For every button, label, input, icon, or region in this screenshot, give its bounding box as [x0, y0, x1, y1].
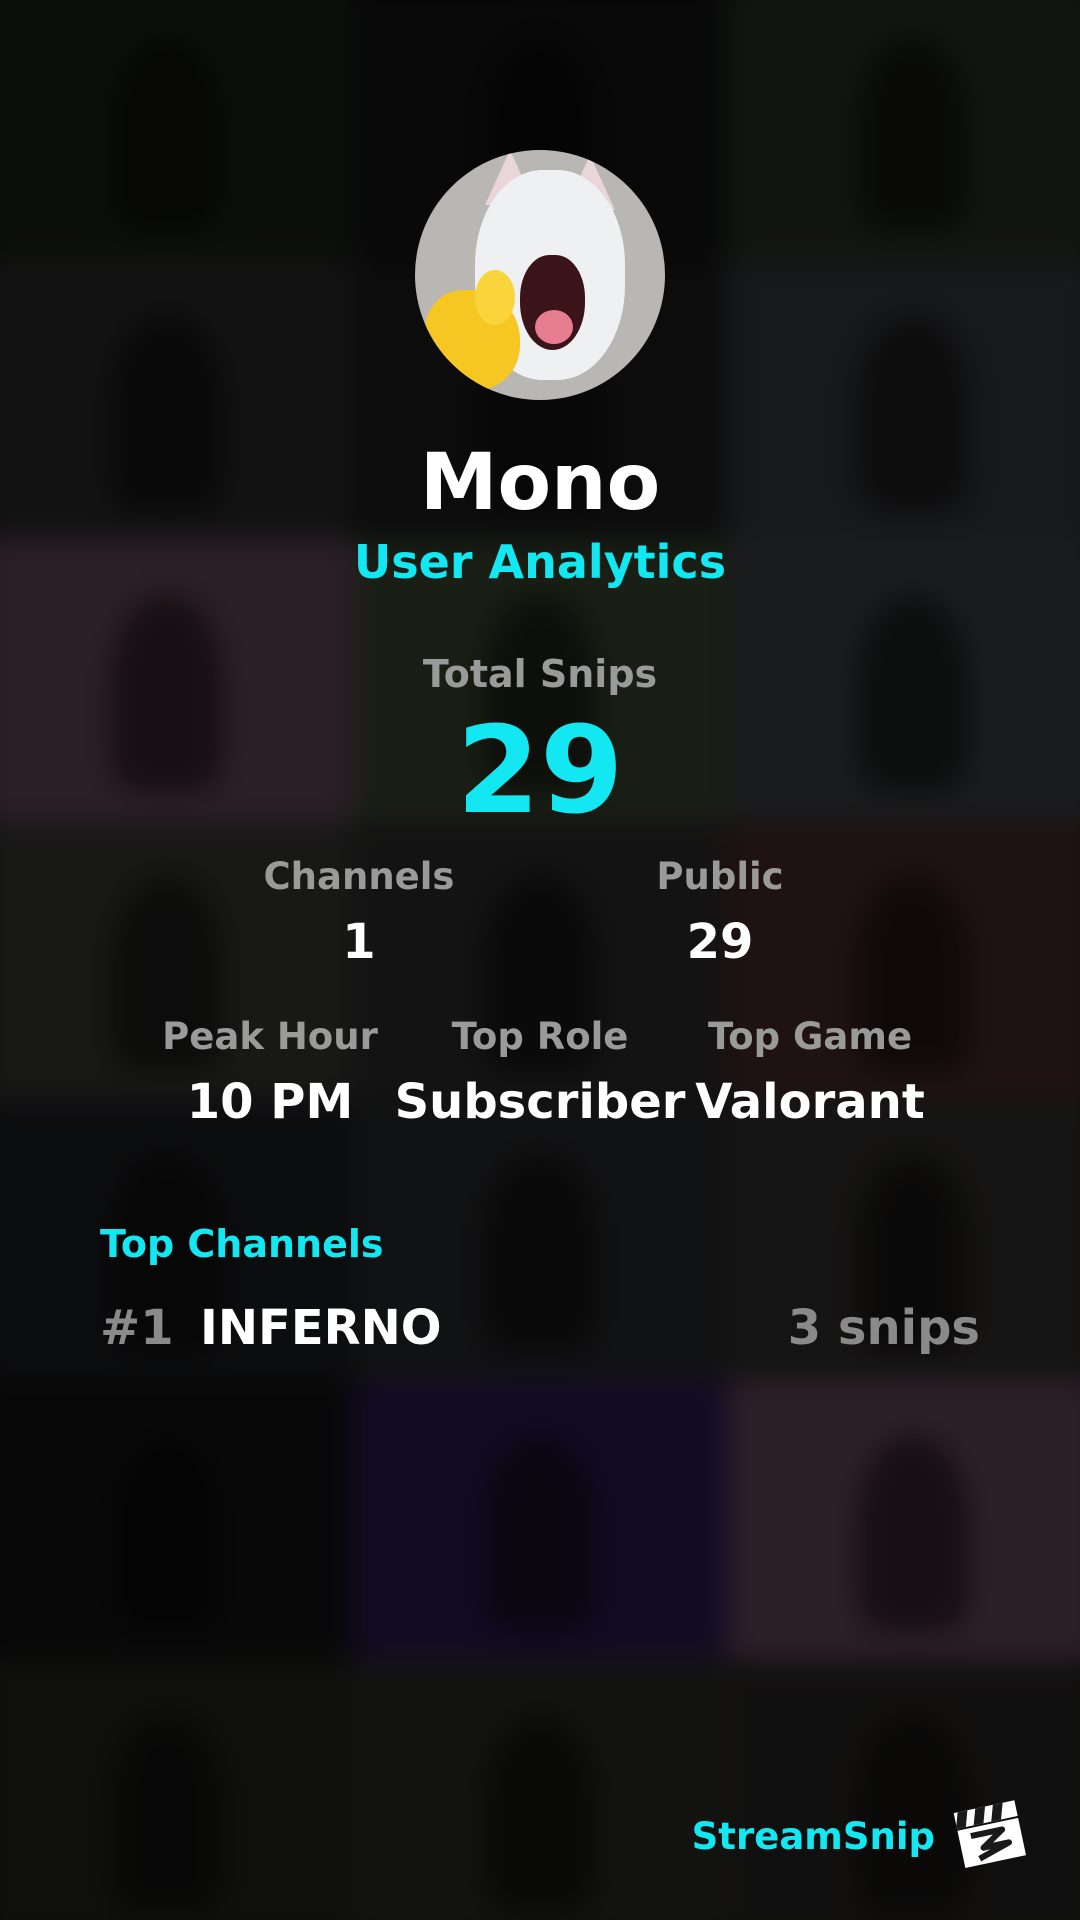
stat-label: Channels	[263, 855, 455, 898]
stat-value: Subscriber	[394, 1074, 686, 1130]
stat-value: 10 PM	[186, 1074, 354, 1130]
stat-label: Peak Hour	[162, 1015, 378, 1058]
stat-top-role: Top Role Subscriber	[390, 1015, 690, 1130]
stat-top-game: Top Game Valorant	[670, 1015, 950, 1130]
brand-name: StreamSnip	[691, 1815, 935, 1858]
top-channel-row: #1 INFERNO 3 snips	[100, 1300, 980, 1370]
stat-value: 29	[686, 914, 754, 970]
user-name: Mono	[419, 438, 661, 528]
stat-channels: Channels 1	[239, 855, 479, 970]
stat-label: Top Role	[451, 1015, 629, 1058]
stat-value: 1	[342, 914, 376, 970]
total-snips-label: Total Snips	[422, 652, 658, 696]
stat-label: Top Game	[707, 1015, 913, 1058]
top-channels-heading: Top Channels	[100, 1222, 384, 1266]
clapperboard-icon	[953, 1800, 1026, 1868]
user-avatar	[415, 150, 665, 400]
stat-value: Valorant	[695, 1074, 925, 1130]
stat-public: Public 29	[600, 855, 840, 970]
channel-rank: #1	[100, 1300, 174, 1356]
channel-name: INFERNO	[200, 1300, 442, 1356]
stat-peak-hour: Peak Hour 10 PM	[130, 1015, 410, 1130]
channel-snip-count: 3 snips	[787, 1300, 980, 1356]
total-snips-value: 29	[456, 702, 624, 841]
page-subtitle: User Analytics	[353, 535, 727, 589]
stat-label: Public	[656, 855, 784, 898]
